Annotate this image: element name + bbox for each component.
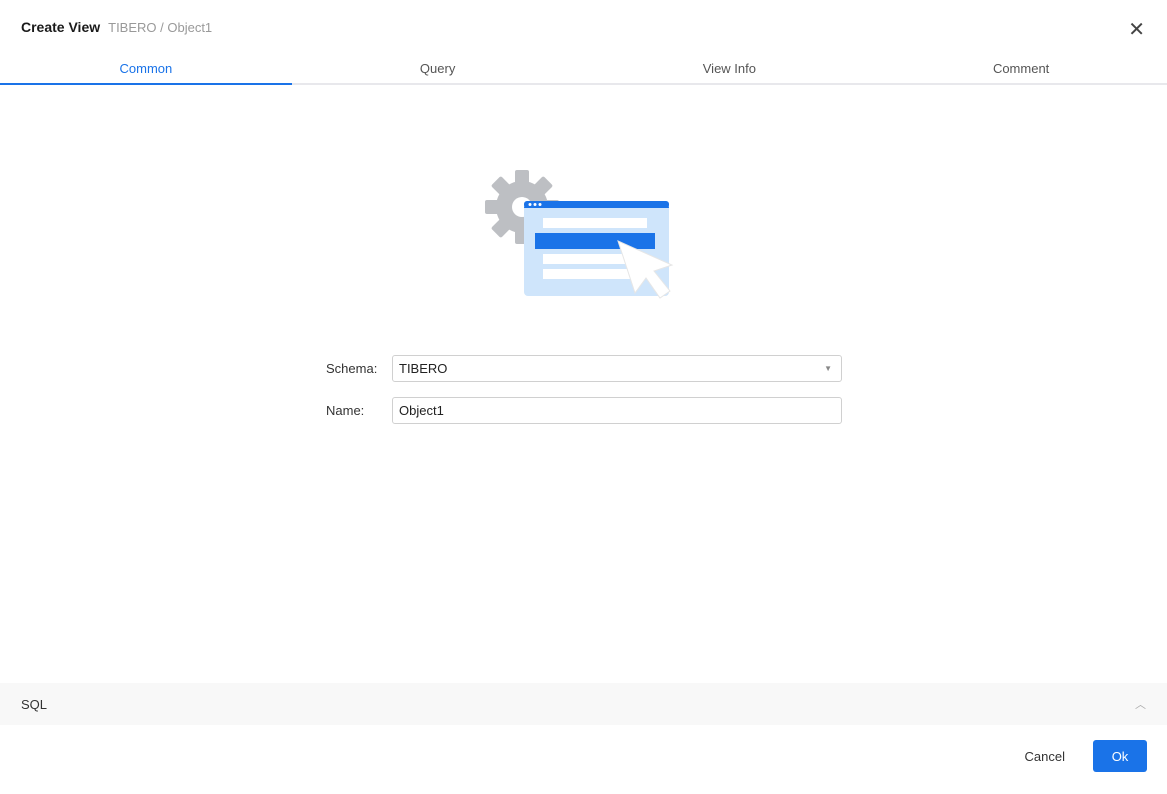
- chevron-down-icon: ▼: [824, 364, 832, 373]
- name-input[interactable]: Object1: [392, 397, 842, 424]
- dialog-header: Create View TIBERO / Object1: [21, 19, 212, 35]
- tab-common[interactable]: Common: [0, 54, 292, 85]
- dialog-title: Create View: [21, 19, 101, 35]
- sql-panel-toggle[interactable]: SQL ︿: [0, 683, 1167, 725]
- tab-query[interactable]: Query: [292, 54, 584, 83]
- cancel-button[interactable]: Cancel: [1011, 741, 1079, 772]
- tab-comment[interactable]: Comment: [875, 54, 1167, 83]
- sql-label: SQL: [21, 696, 48, 712]
- tab-view-info[interactable]: View Info: [584, 54, 876, 83]
- tab-bar: Common Query View Info Comment: [0, 54, 1167, 85]
- name-label: Name:: [326, 403, 365, 418]
- create-view-illustration-icon: [485, 170, 674, 299]
- schema-label: Schema:: [326, 361, 378, 376]
- ok-button[interactable]: Ok: [1093, 740, 1147, 772]
- close-icon[interactable]: ✕: [1128, 20, 1145, 40]
- common-form: Schema: TIBERO ▼ Name: Object1: [326, 355, 842, 439]
- chevron-up-icon: ︿: [1135, 699, 1146, 711]
- breadcrumb: TIBERO / Object1: [108, 20, 213, 35]
- schema-select[interactable]: TIBERO ▼: [392, 355, 842, 382]
- schema-value: TIBERO: [399, 361, 448, 376]
